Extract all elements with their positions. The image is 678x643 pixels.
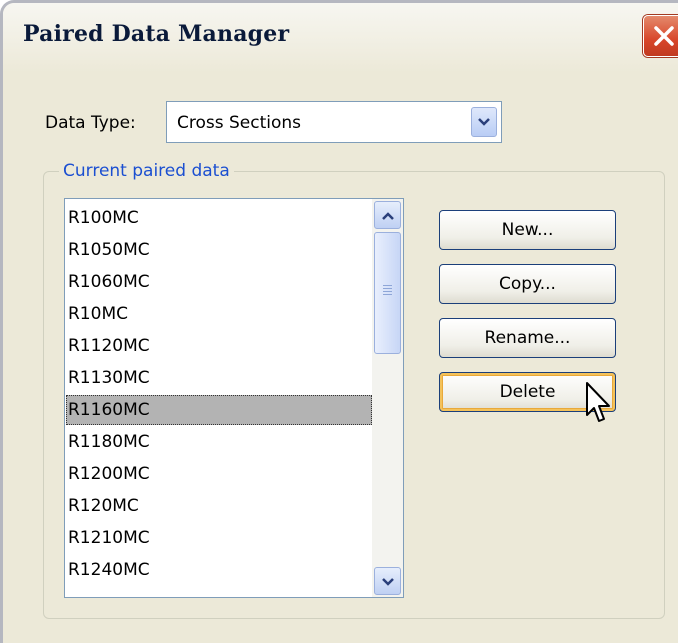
list-item[interactable]: R1200MC <box>66 459 372 489</box>
mouse-pointer-icon <box>586 382 610 422</box>
close-button[interactable] <box>643 15 678 57</box>
list-item[interactable]: R1050MC <box>66 235 372 265</box>
scroll-thumb-grip <box>383 285 392 297</box>
new-button[interactable]: New... <box>439 210 616 250</box>
chevron-down-icon <box>478 118 490 126</box>
list-item[interactable]: R1210MC <box>66 523 372 553</box>
data-type-label: Data Type: <box>45 113 136 133</box>
data-type-dropdown-button[interactable] <box>471 107 497 137</box>
list-item[interactable]: R1060MC <box>66 267 372 297</box>
chevron-down-icon <box>382 578 394 586</box>
list-item-selected[interactable]: R1160MC <box>66 395 372 425</box>
list-item[interactable]: R1240MC <box>66 555 372 585</box>
scroll-down-button[interactable] <box>374 567 401 595</box>
close-icon <box>654 26 674 46</box>
list-scrollbar[interactable] <box>372 199 403 597</box>
window-title: Paired Data Manager <box>23 21 290 47</box>
rename-button[interactable]: Rename... <box>439 318 616 358</box>
scroll-thumb[interactable] <box>374 232 401 354</box>
list-item[interactable]: R120MC <box>66 491 372 521</box>
list-item[interactable]: R1180MC <box>66 427 372 457</box>
list-item[interactable]: R1120MC <box>66 331 372 361</box>
data-type-value: Cross Sections <box>177 113 302 133</box>
copy-button[interactable]: Copy... <box>439 264 616 304</box>
data-type-dropdown[interactable]: Cross Sections <box>166 101 502 143</box>
chevron-up-icon <box>382 212 394 220</box>
scroll-up-button[interactable] <box>374 201 401 229</box>
group-legend: Current paired data <box>59 161 234 181</box>
paired-data-list[interactable]: R100MC R1050MC R1060MC R10MC R1120MC R1130MC R… <box>64 198 404 598</box>
title-bar[interactable]: Paired Data Manager <box>3 3 678 73</box>
list-item[interactable]: R1130MC <box>66 363 372 393</box>
list-item[interactable]: R100MC <box>66 203 372 233</box>
paired-data-manager-dialog: Paired Data Manager Data Type: Cross Sec… <box>0 0 678 643</box>
list-item[interactable]: R10MC <box>66 299 372 329</box>
